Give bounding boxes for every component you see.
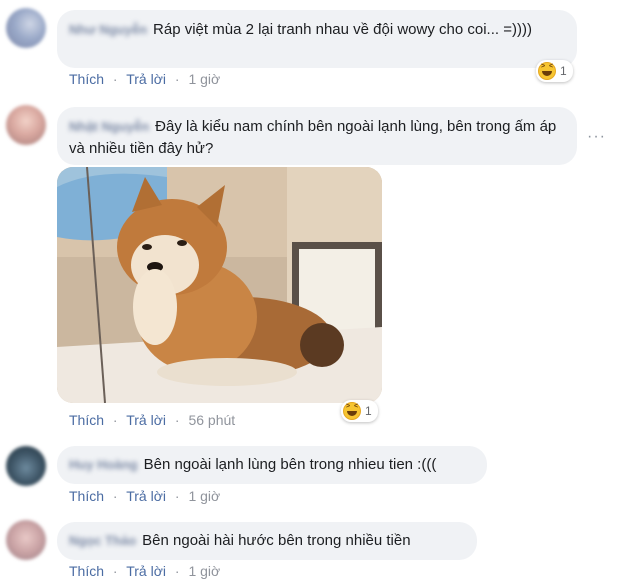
commenter-name[interactable]: Huy Hoàng: [69, 454, 138, 476]
comment-bubble: Như Nguyễn Ráp việt mùa 2 lại tranh nhau …: [57, 10, 577, 68]
reply-link[interactable]: Trả lời: [126, 488, 166, 504]
avatar[interactable]: [6, 446, 46, 486]
comment-photo[interactable]: [57, 167, 382, 403]
separator: ·: [174, 412, 180, 428]
like-link[interactable]: Thích: [69, 563, 104, 579]
shiba-puppy-image: [57, 167, 382, 403]
comment-time[interactable]: 1 giờ: [188, 563, 220, 579]
like-link[interactable]: Thích: [69, 412, 104, 428]
haha-reaction-icon: [343, 402, 361, 420]
avatar[interactable]: [6, 105, 46, 145]
like-link[interactable]: Thích: [69, 71, 104, 87]
comment-text: Ráp việt mùa 2 lại tranh nhau về đội wow…: [153, 21, 532, 38]
reaction-badge[interactable]: 1: [341, 400, 378, 422]
reaction-badge[interactable]: 1: [536, 60, 573, 82]
comment-time[interactable]: 1 giờ: [188, 71, 220, 87]
like-link[interactable]: Thích: [69, 488, 104, 504]
reply-link[interactable]: Trả lời: [126, 412, 166, 428]
comment-time[interactable]: 56 phút: [188, 412, 235, 428]
reply-link[interactable]: Trả lời: [126, 563, 166, 579]
comment-time[interactable]: 1 giờ: [188, 488, 220, 504]
separator: ·: [112, 563, 118, 579]
reply-link[interactable]: Trả lời: [126, 71, 166, 87]
comment-bubble: Ngọc Thảo Bên ngoài hài hước bên trong nh…: [57, 522, 477, 560]
separator: ·: [174, 71, 180, 87]
comment-text: Bên ngoài lạnh lùng bên trong nhieu tien…: [143, 456, 437, 473]
separator: ·: [112, 412, 118, 428]
more-options-icon[interactable]: ···: [587, 128, 606, 146]
separator: ·: [174, 488, 180, 504]
separator: ·: [174, 563, 180, 579]
commenter-name[interactable]: Nhật Nguyễn: [69, 116, 149, 138]
avatar[interactable]: [6, 520, 46, 560]
separator: ·: [112, 71, 118, 87]
comment-bubble: Huy Hoàng Bên ngoài lạnh lùng bên trong n…: [57, 446, 487, 484]
commenter-name[interactable]: Ngọc Thảo: [69, 530, 136, 552]
comment-actions: Thích · Trả lời · 1 giờ: [69, 563, 220, 579]
commenter-name[interactable]: Như Nguyễn: [69, 19, 147, 41]
comment-actions: Thích · Trả lời · 1 giờ: [69, 488, 220, 504]
comment-bubble: Nhật Nguyễn Đây là kiểu nam chính bên ngo…: [57, 107, 577, 165]
comment-text: Bên ngoài hài hước bên trong nhiều tiền: [142, 532, 411, 549]
separator: ·: [112, 488, 118, 504]
reaction-count: 1: [365, 404, 372, 418]
haha-reaction-icon: [538, 62, 556, 80]
comment-actions: Thích · Trả lời · 1 giờ: [69, 71, 220, 87]
comment-actions: Thích · Trả lời · 56 phút: [69, 412, 235, 428]
reaction-count: 1: [560, 64, 567, 78]
avatar[interactable]: [6, 8, 46, 48]
